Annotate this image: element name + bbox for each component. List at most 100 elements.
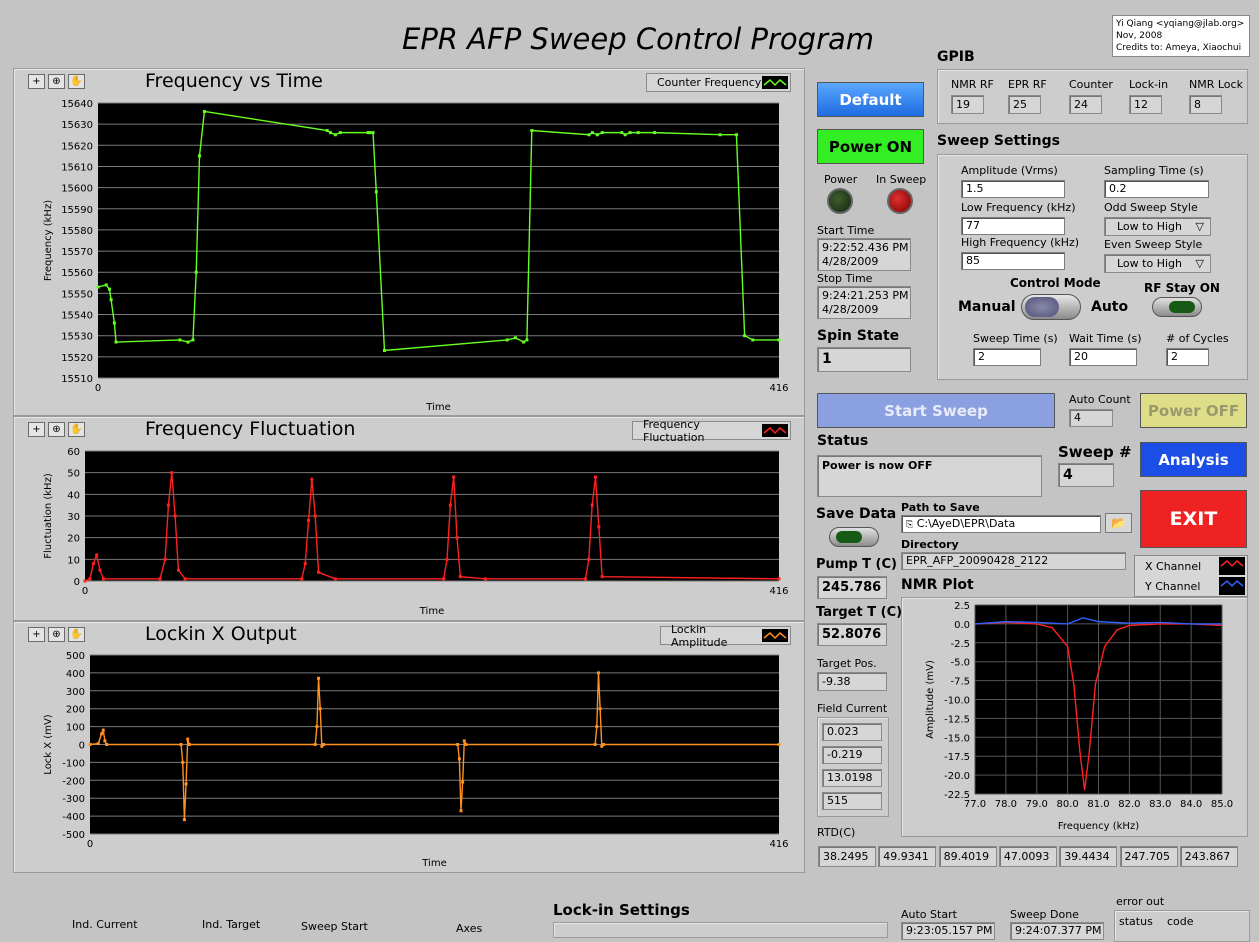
- x-tick-label: 416: [769, 586, 788, 597]
- data-point: [461, 780, 465, 784]
- gpib-field-value[interactable]: 12: [1129, 95, 1162, 114]
- stop-time-value: 9:24:21.253 PM: [822, 289, 909, 302]
- gpib-field-value[interactable]: 19: [951, 95, 984, 114]
- lockin-plot[interactable]: 5004003002001000-100-200-300-400-5000 416…: [13, 645, 803, 871]
- y-tick-label: 40: [67, 490, 80, 501]
- zoom-tool-icon[interactable]: ⊕: [48, 422, 65, 437]
- data-point: [368, 131, 372, 135]
- data-point: [530, 129, 534, 132]
- credits-line: Credits to: Ameya, Xiaochui: [1116, 43, 1242, 53]
- amplitude-input[interactable]: 1.5: [961, 180, 1065, 198]
- browse-folder-icon[interactable]: 📂: [1105, 513, 1132, 533]
- power-on-button[interactable]: Power ON: [817, 129, 924, 164]
- field-current-value: 13.0198: [822, 769, 882, 787]
- rf-stay-on-switch[interactable]: [1152, 297, 1202, 317]
- gpib-field-value[interactable]: 25: [1008, 95, 1041, 114]
- analysis-button[interactable]: Analysis: [1140, 442, 1247, 477]
- cursor-tool-icon[interactable]: +: [28, 422, 45, 437]
- data-point: [600, 131, 604, 135]
- cursor-tool-icon[interactable]: +: [28, 627, 45, 642]
- gpib-title: GPIB: [937, 49, 975, 65]
- start-sweep-button[interactable]: Start Sweep: [817, 393, 1055, 428]
- power-off-button[interactable]: Power OFF: [1140, 393, 1247, 428]
- y-tick-label: -100: [62, 758, 85, 769]
- pan-tool-icon[interactable]: ✋: [68, 74, 85, 89]
- zoom-tool-icon[interactable]: ⊕: [48, 74, 65, 89]
- data-point: [483, 577, 487, 581]
- stop-time-display: 9:24:21.253 PM 4/28/2009: [817, 286, 911, 319]
- exit-button[interactable]: EXIT: [1140, 490, 1247, 548]
- odd-sweep-style-select[interactable]: Low to High ▽: [1104, 217, 1211, 236]
- fluctuation-legend[interactable]: Frequency Fluctuation: [632, 418, 791, 444]
- y-tick-label: 15560: [61, 268, 93, 279]
- y-tick-label: 15510: [61, 374, 93, 385]
- target-temp-label: Target T (C): [816, 605, 903, 620]
- data-point: [170, 471, 174, 475]
- y-tick-label: 20: [67, 534, 80, 545]
- y-tick-label: -5.0: [950, 658, 970, 669]
- low-frequency-input[interactable]: 77: [961, 217, 1065, 235]
- zoom-tool-icon[interactable]: ⊕: [48, 627, 65, 642]
- frequency-plot[interactable]: 15640 15630 15620 15610 15600 15590 15580 15570…: [13, 90, 803, 415]
- y-tick-label: -17.5: [944, 752, 970, 763]
- data-point: [183, 577, 187, 581]
- sweep-time-input[interactable]: 2: [973, 348, 1041, 366]
- legend-label: Y Channel: [1145, 579, 1201, 593]
- gpib-field-value[interactable]: 8: [1189, 95, 1222, 114]
- data-point: [442, 577, 446, 581]
- axes-label: Axes: [456, 922, 483, 935]
- x-tick-label: 80.0: [1056, 799, 1078, 810]
- wait-time-input[interactable]: 20: [1069, 348, 1137, 366]
- sampling-time-input[interactable]: 0.2: [1104, 180, 1209, 198]
- data-point: [163, 557, 167, 561]
- fluctuation-plot[interactable]: 60 50 40 30 20 10 00 416 Time Fluctuation (kHz): [13, 440, 803, 620]
- y-axis-label: Lock X (mV): [43, 714, 54, 774]
- pan-tool-icon[interactable]: ✋: [68, 627, 85, 642]
- gpib-field-value[interactable]: 24: [1069, 95, 1102, 114]
- target-temp-value: 52.8076: [817, 623, 887, 646]
- data-point: [595, 133, 599, 137]
- wait-time-label: Wait Time (s): [1069, 332, 1142, 345]
- data-point: [382, 349, 386, 352]
- data-point: [107, 287, 111, 291]
- nmr-plot[interactable]: 2.5 0.0 -2.5 -5.0 -7.5 -10.0 -12.5 -15.0 -17.5 -2…: [901, 597, 1247, 835]
- nmr-legend[interactable]: X Channel Y Channel: [1134, 555, 1248, 597]
- start-time-display: 9:22:52.436 PM 4/28/2009: [817, 238, 911, 271]
- y-tick-label: 15610: [61, 162, 93, 173]
- control-mode-toggle[interactable]: [1021, 294, 1081, 320]
- data-point: [628, 131, 632, 135]
- path-input[interactable]: ⎘ C:\AyeD\EPR\Data: [901, 515, 1101, 533]
- data-point: [104, 283, 108, 287]
- data-point: [182, 818, 186, 822]
- auto-count-label: Auto Count: [1069, 393, 1131, 406]
- data-point: [743, 334, 747, 338]
- data-point: [620, 131, 624, 135]
- data-point: [88, 743, 92, 746]
- y-tick-label: -200: [62, 776, 85, 787]
- even-sweep-style-select[interactable]: Low to High ▽: [1104, 254, 1211, 273]
- x-tick-label: 77.0: [964, 799, 986, 810]
- sweep-number-label: Sweep #: [1058, 443, 1132, 461]
- data-point: [600, 575, 604, 579]
- sweep-time-label: Sweep Time (s): [973, 332, 1058, 345]
- cycles-input[interactable]: 2: [1166, 348, 1209, 366]
- data-point: [583, 577, 587, 581]
- lockin-legend[interactable]: Lockin Amplitude: [660, 623, 791, 649]
- data-point: [653, 131, 657, 135]
- cursor-tool-icon[interactable]: +: [28, 74, 45, 89]
- pan-tool-icon[interactable]: ✋: [68, 422, 85, 437]
- data-point: [303, 562, 307, 566]
- rtd-value: 247.705: [1119, 846, 1178, 867]
- save-data-switch[interactable]: [829, 527, 879, 547]
- data-point: [184, 782, 188, 786]
- high-frequency-input[interactable]: 85: [961, 252, 1065, 270]
- pump-temp-value: 245.786: [817, 576, 887, 599]
- data-point: [505, 338, 509, 342]
- data-point: [333, 577, 337, 581]
- rtd-value: 39.4434: [1059, 846, 1118, 867]
- y-tick-label: 200: [66, 705, 85, 716]
- data-point: [636, 131, 640, 135]
- y-tick-label: 15570: [61, 247, 93, 258]
- default-button[interactable]: Default: [817, 82, 924, 117]
- auto-start-value: 9:23:05.157 PM: [901, 922, 995, 940]
